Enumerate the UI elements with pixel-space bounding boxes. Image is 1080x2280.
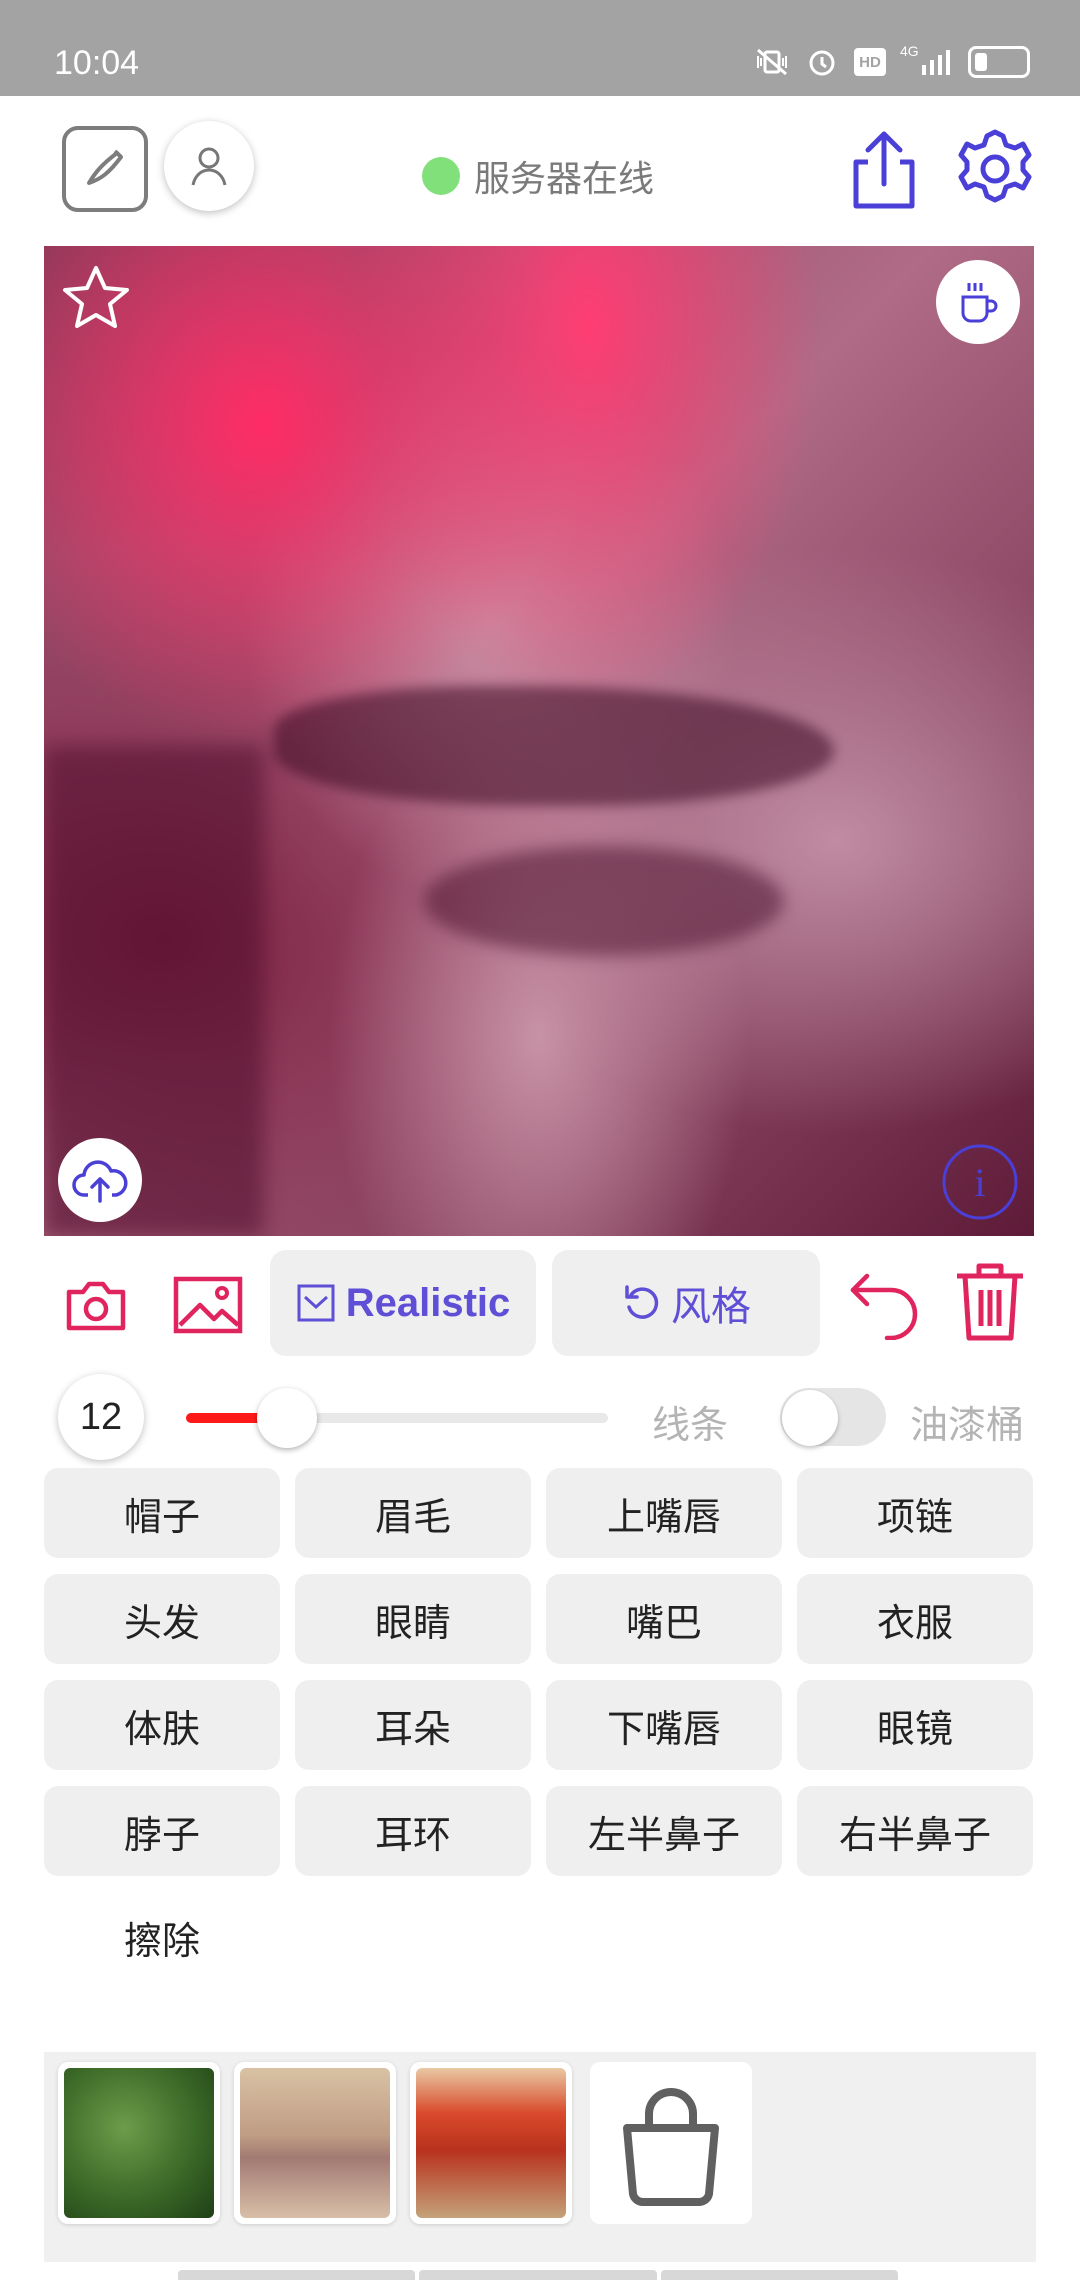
image-canvas[interactable]: i xyxy=(44,246,1034,1236)
battery-icon xyxy=(968,46,1030,78)
slider-fill xyxy=(186,1413,262,1423)
face-part-button[interactable]: 眉毛 xyxy=(295,1468,531,1558)
tool-row: Realistic 风格 xyxy=(0,1250,1080,1358)
paint-bucket-label: 油漆桶 xyxy=(910,1403,1025,1447)
status-bar: 10:04 HD 4G xyxy=(0,0,1080,96)
svg-text:i: i xyxy=(974,1160,985,1205)
face-part-button[interactable]: 头发 xyxy=(44,1574,280,1664)
canvas-texture xyxy=(274,686,834,806)
4g-signal-icon: 4G xyxy=(900,43,954,77)
top-bar: 服务器在线 xyxy=(0,96,1080,246)
line-mode-label: 线条 xyxy=(652,1403,729,1447)
alarm-icon xyxy=(804,47,840,77)
toggle-knob xyxy=(782,1390,838,1446)
style-label: 风格 xyxy=(671,1285,751,1329)
face-part-button[interactable]: 下嘴唇 xyxy=(546,1680,782,1770)
server-status: 服务器在线 xyxy=(422,150,654,202)
camera-icon[interactable] xyxy=(60,1270,132,1340)
refresh-icon xyxy=(625,1285,659,1319)
face-part-button[interactable]: 眼睛 xyxy=(295,1574,531,1664)
face-part-button[interactable]: 项链 xyxy=(797,1468,1033,1558)
face-part-button[interactable]: 耳环 xyxy=(295,1786,531,1876)
slider-thumb[interactable] xyxy=(256,1388,317,1448)
face-part-button[interactable]: 衣服 xyxy=(797,1574,1033,1664)
server-status-label: 服务器在线 xyxy=(474,159,655,200)
gallery-thumbnail[interactable] xyxy=(234,2062,396,2224)
undo-icon[interactable] xyxy=(846,1270,922,1340)
brush-size-value: 12 xyxy=(58,1374,144,1460)
coffee-cup-icon[interactable] xyxy=(936,260,1020,344)
edit-icon[interactable] xyxy=(62,126,148,212)
face-part-grid: 帽子 眉毛 上嘴唇 项链头发 眼睛 嘴巴 衣服体肤 耳朵 下嘴唇 眼镜脖子 耳环 左半鼻子 右半鼻子擦除 xyxy=(44,1468,1036,1982)
vibrate-silent-icon xyxy=(754,47,790,77)
red-flower-texture-image xyxy=(416,2068,566,2218)
style-button[interactable]: 风格 xyxy=(552,1250,820,1356)
realistic-label: Realistic xyxy=(345,1280,511,1325)
star-icon[interactable] xyxy=(60,262,132,334)
floral-texture-image xyxy=(240,2068,390,2218)
realistic-mode-button[interactable]: Realistic xyxy=(270,1250,536,1356)
status-time: 10:04 xyxy=(54,44,140,82)
style-gallery xyxy=(44,2052,1036,2262)
gallery-thumbnail[interactable] xyxy=(58,2062,220,2224)
trash-icon[interactable] xyxy=(952,1260,1028,1344)
paint-bucket-toggle[interactable] xyxy=(780,1388,886,1446)
share-icon[interactable] xyxy=(846,124,922,214)
tab-indicator[interactable] xyxy=(419,2270,657,2280)
hd-icon: HD xyxy=(854,48,886,76)
tab-indicator[interactable] xyxy=(660,2270,898,2280)
face-part-button[interactable]: 上嘴唇 xyxy=(546,1468,782,1558)
face-part-button[interactable]: 帽子 xyxy=(44,1468,280,1558)
bottom-tab-indicators xyxy=(178,2270,898,2280)
brush-settings: 12 线条 油漆桶 xyxy=(0,1374,1080,1460)
server-status-dot xyxy=(422,157,460,195)
canvas-texture xyxy=(424,846,784,956)
user-icon[interactable] xyxy=(164,121,254,211)
gallery-image-icon[interactable] xyxy=(170,1270,246,1340)
face-part-button[interactable]: 擦除 xyxy=(44,1892,280,1982)
gallery-thumbnail[interactable] xyxy=(410,2062,572,2224)
hd-label: HD xyxy=(859,53,881,71)
tab-indicator[interactable] xyxy=(178,2270,416,2280)
face-part-button[interactable]: 嘴巴 xyxy=(546,1574,782,1664)
gear-icon[interactable] xyxy=(950,124,1040,214)
face-part-button[interactable]: 左半鼻子 xyxy=(546,1786,782,1876)
cloud-upload-icon[interactable] xyxy=(58,1138,142,1222)
brush-size-slider[interactable] xyxy=(186,1413,608,1423)
status-icons: HD 4G xyxy=(754,43,1030,78)
info-icon[interactable]: i xyxy=(940,1142,1020,1222)
face-part-button[interactable]: 耳朵 xyxy=(295,1680,531,1770)
checkbox-icon xyxy=(297,1284,335,1322)
network-label: 4G xyxy=(900,43,919,59)
face-part-button[interactable]: 脖子 xyxy=(44,1786,280,1876)
forest-texture-image xyxy=(64,2068,214,2218)
face-part-button[interactable]: 右半鼻子 xyxy=(797,1786,1033,1876)
shopping-bag-icon[interactable] xyxy=(590,2062,752,2224)
face-part-button[interactable]: 体肤 xyxy=(44,1680,280,1770)
face-part-button[interactable]: 眼镜 xyxy=(797,1680,1033,1770)
